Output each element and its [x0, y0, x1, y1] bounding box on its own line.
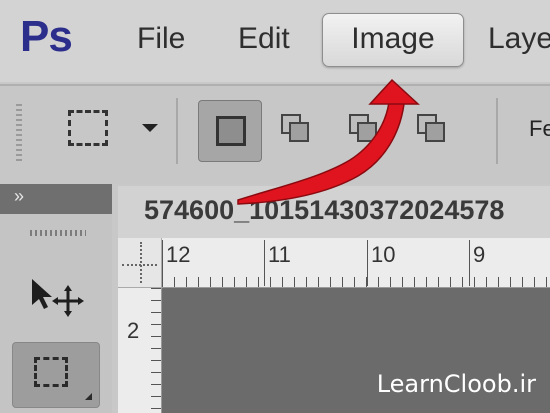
ruler-label: 2	[127, 318, 140, 343]
ruler-label: 10	[371, 242, 396, 267]
options-separator	[496, 98, 498, 164]
tool-preset-dropdown-icon[interactable]	[142, 124, 158, 132]
subtract-from-selection-icon[interactable]	[345, 110, 381, 150]
tools-panel-grip[interactable]	[30, 230, 86, 236]
menu-file[interactable]: File	[137, 22, 185, 56]
menu-edit[interactable]: Edit	[238, 22, 290, 56]
rectangular-marquee-tool-icon[interactable]	[12, 342, 100, 408]
feather-label: Fe	[529, 116, 550, 141]
menu-layer[interactable]: Layer	[488, 22, 550, 56]
horizontal-ruler[interactable]: 12 11 10 9	[162, 238, 550, 288]
ruler-label: 11	[268, 242, 291, 267]
menu-image[interactable]: Image	[322, 13, 464, 67]
rectangular-marquee-icon[interactable]	[68, 110, 108, 146]
move-tool-icon[interactable]	[28, 275, 88, 319]
document-title: 574600_10151430372024578	[144, 195, 505, 225]
ruler-label: 9	[473, 242, 486, 267]
intersect-selection-icon[interactable]	[413, 110, 449, 150]
add-to-selection-icon[interactable]	[277, 110, 313, 150]
ruler-label: 12	[166, 242, 191, 267]
options-separator	[176, 98, 178, 164]
new-selection-icon[interactable]	[198, 100, 262, 162]
photoshop-logo: Ps	[20, 12, 73, 61]
watermark: LearnCloob.ir	[376, 370, 536, 398]
vertical-ruler[interactable]: 2	[118, 288, 162, 413]
ruler-origin[interactable]	[118, 238, 162, 288]
options-bar-grip[interactable]	[16, 104, 22, 162]
expand-panel-icon[interactable]: »	[14, 186, 24, 207]
